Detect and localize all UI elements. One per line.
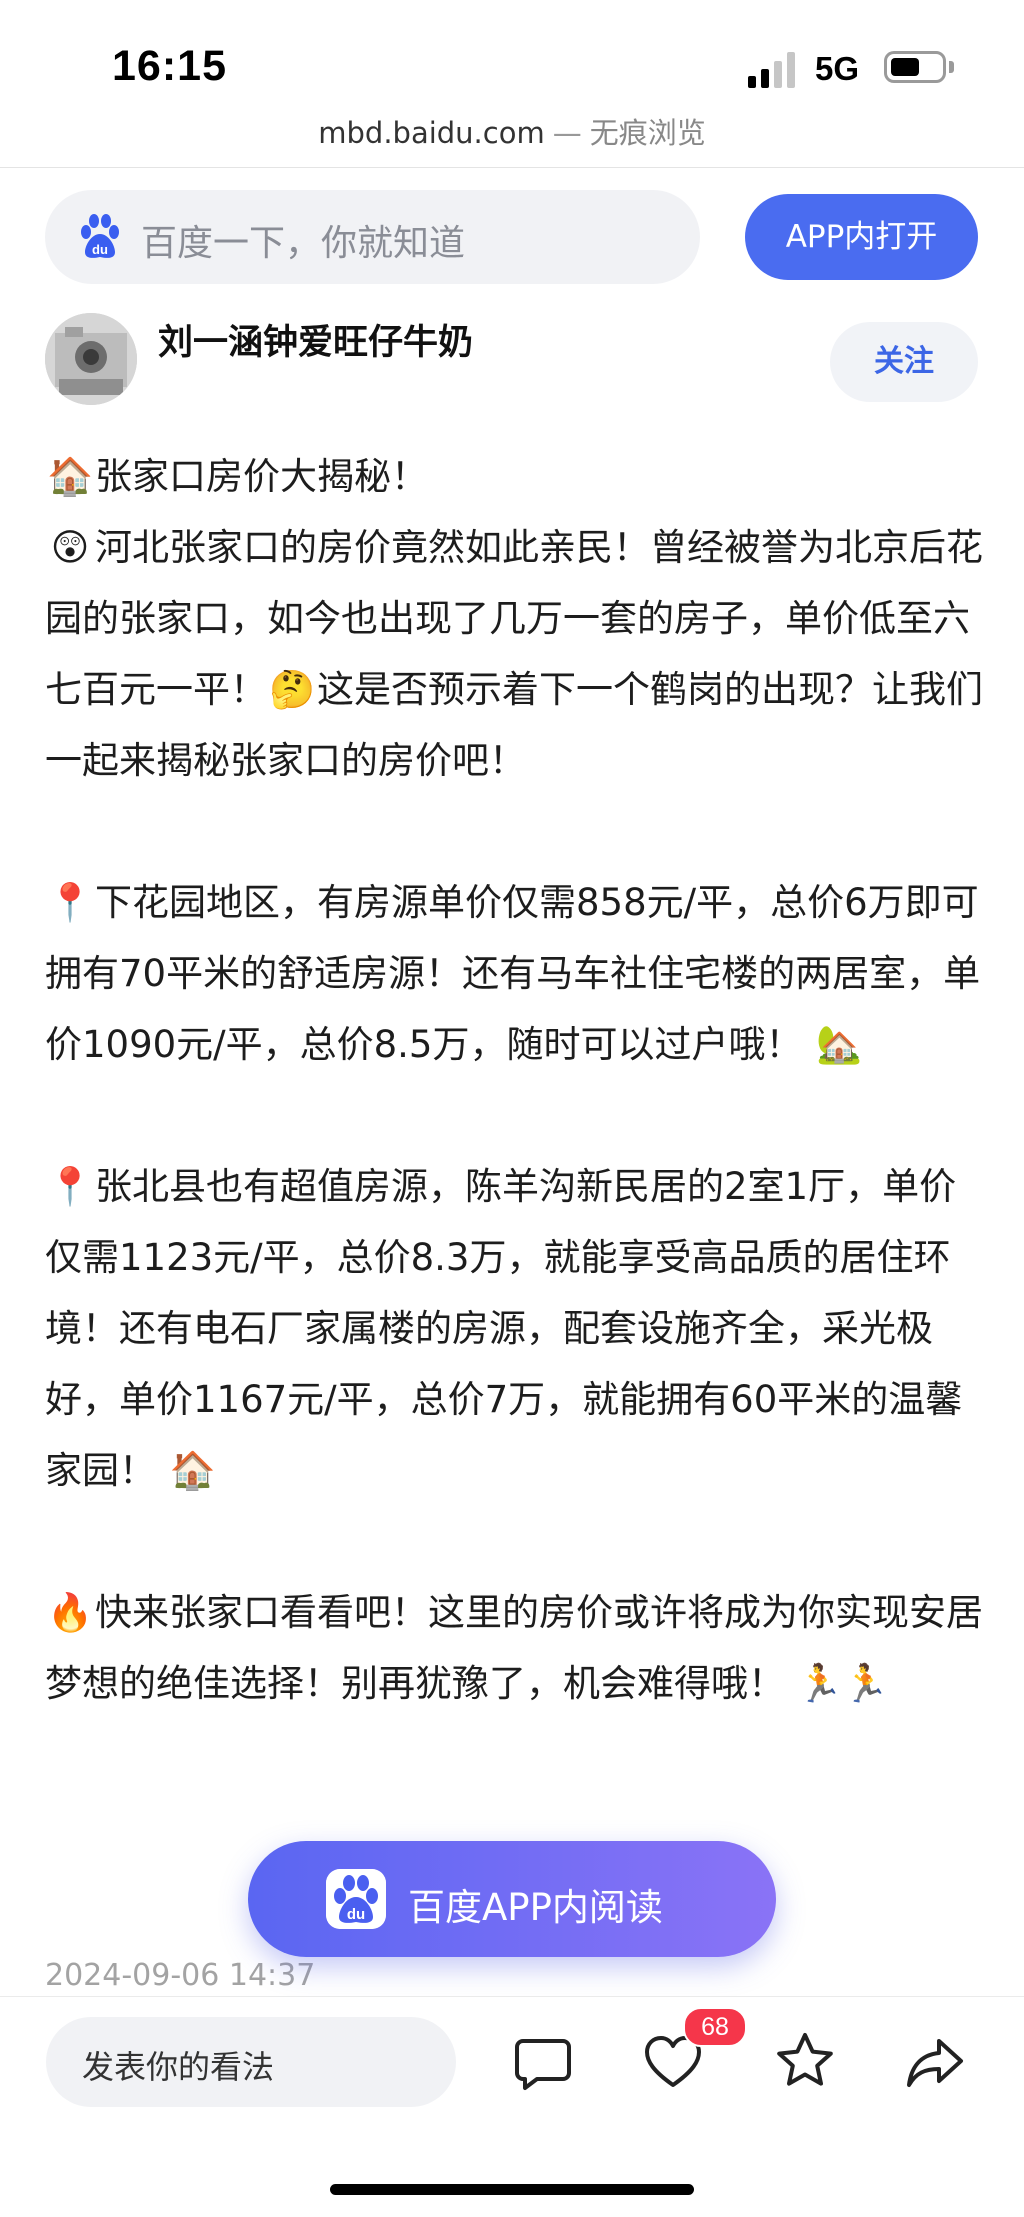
search-box[interactable]: du 百度一下，你就知道 xyxy=(45,190,700,284)
house-emoji-icon: 🏠 xyxy=(169,1449,216,1492)
avatar[interactable] xyxy=(45,313,137,405)
home-indicator[interactable] xyxy=(330,2184,694,2195)
search-placeholder: 百度一下，你就知道 xyxy=(141,223,466,264)
article-paragraph: 📍张北县也有超值房源，陈羊沟新民居的2室1厅，单价仅需1123元/平，总价8.3… xyxy=(45,1151,985,1506)
avatar-image xyxy=(45,313,137,405)
article-paragraph: 🏠张家口房价大揭秘！ 😲 河北张家口的房价竟然如此亲民！曾经被誉为北京后花园的张家… xyxy=(45,441,985,796)
url-bar[interactable]: mbd.baidu.com — 无痕浏览 xyxy=(0,110,1024,152)
cellular-signal-icon xyxy=(748,52,798,88)
article-body: 🏠张家口房价大揭秘！ 😲 河北张家口的房价竟然如此亲民！曾经被誉为北京后花园的张家… xyxy=(45,441,985,1719)
article-title: 张家口房价大揭秘！ xyxy=(95,455,428,498)
post-timestamp: 2024-09-06 14:37 xyxy=(45,1958,316,1993)
baidu-article-page: 16:15 5G mbd.baidu.com — 无痕浏览 du 百度一下，你就知道… xyxy=(0,0,1024,2217)
network-type: 5G xyxy=(815,50,860,87)
open-in-app-button[interactable]: APP内打开 xyxy=(745,194,978,280)
comment-input[interactable]: 发表你的看法 xyxy=(46,2017,456,2107)
url-separator: — xyxy=(552,116,582,150)
like-count-badge: 68 xyxy=(683,2007,747,2047)
house-emoji-icon: 🏠 xyxy=(46,455,94,498)
article-paragraph: 📍下花园地区，有房源单价仅需858元/平，总价6万即可拥有70平米的舒适房源！还… xyxy=(45,867,985,1080)
thinking-emoji-icon: 🤔 xyxy=(268,668,316,711)
read-in-app-label: 百度APP内阅读 xyxy=(408,1886,663,1929)
read-in-app-button[interactable]: du 百度APP内阅读 xyxy=(248,1841,776,1957)
comment-placeholder: 发表你的看法 xyxy=(82,2048,275,2086)
private-mode-label: 无痕浏览 xyxy=(589,116,706,150)
battery-icon xyxy=(884,51,946,83)
comment-icon[interactable] xyxy=(513,2033,573,2093)
url-domain: mbd.baidu.com xyxy=(318,116,545,150)
house-garden-emoji-icon: 🏡 xyxy=(816,1023,863,1066)
surprised-emoji-icon: 😲 xyxy=(50,526,90,569)
svg-text:du: du xyxy=(347,1906,365,1923)
pin-emoji-icon: 📍 xyxy=(46,1165,94,1208)
fire-emoji-icon: 🔥 xyxy=(46,1591,94,1634)
share-icon[interactable] xyxy=(905,2033,965,2093)
svg-text:du: du xyxy=(92,242,108,257)
baidu-paw-icon: du xyxy=(81,214,119,258)
runner-emoji-icon: 🏃🏃 xyxy=(796,1662,889,1705)
baidu-app-logo-icon: du xyxy=(326,1869,386,1929)
divider xyxy=(0,167,1024,168)
status-time: 16:15 xyxy=(112,42,227,90)
status-bar: 16:15 5G xyxy=(0,0,1024,110)
pin-emoji-icon: 📍 xyxy=(46,881,94,924)
follow-button[interactable]: 关注 xyxy=(830,322,978,402)
article-paragraph: 🔥快来张家口看看吧！这里的房价或许将成为你实现安居梦想的绝佳选择！别再犹豫了，机… xyxy=(45,1577,985,1719)
favorite-star-icon[interactable] xyxy=(775,2031,835,2091)
battery-cap xyxy=(949,61,954,73)
author-name[interactable]: 刘一涵钟爱旺仔牛奶 xyxy=(158,314,473,365)
bottom-action-bar: 发表你的看法 68 xyxy=(0,1996,1024,2217)
